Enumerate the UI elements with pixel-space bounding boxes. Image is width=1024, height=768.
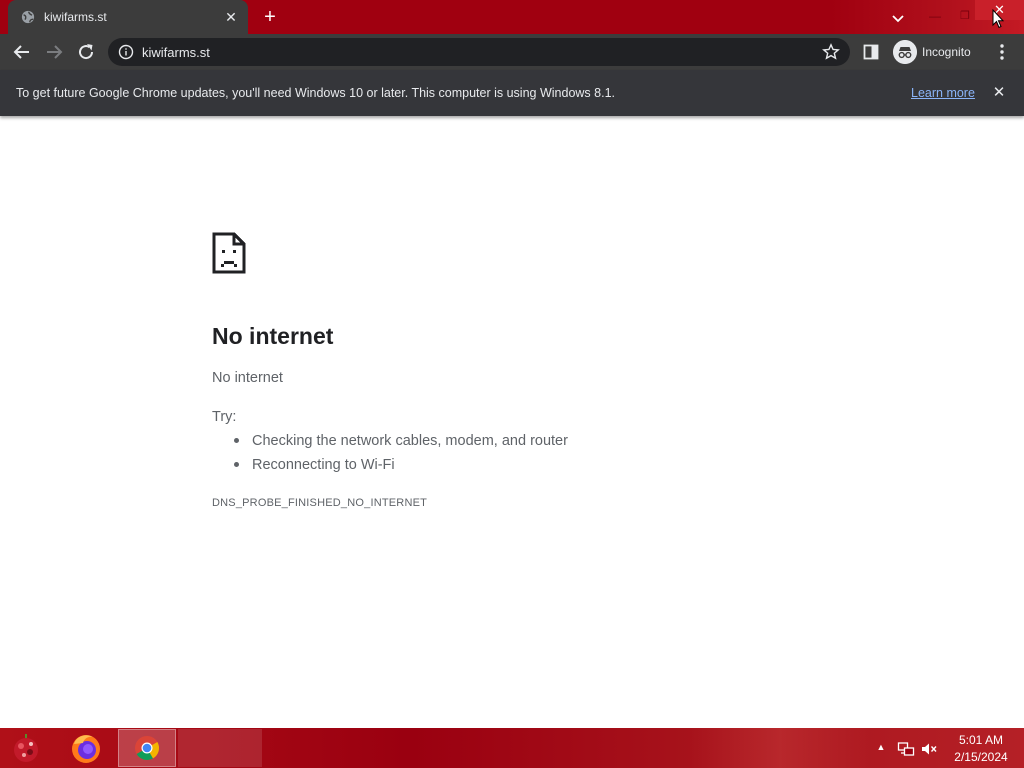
reload-icon[interactable] (74, 40, 98, 64)
info-icon[interactable] (118, 44, 134, 60)
tab-close-icon[interactable]: ✕ (222, 8, 240, 26)
new-tab-button[interactable]: + (258, 5, 282, 29)
start-button[interactable] (6, 730, 46, 766)
url-text[interactable]: kiwifarms.st (142, 45, 210, 60)
chevron-down-icon[interactable] (888, 8, 908, 28)
tray-overflow-icon[interactable]: ▲ (876, 742, 886, 752)
address-bar[interactable] (108, 38, 850, 66)
error-subtitle: No internet (212, 370, 283, 386)
incognito-label: Incognito (922, 45, 971, 59)
volume-muted-icon[interactable] (920, 740, 938, 758)
infobar-message: To get future Google Chrome updates, you… (16, 86, 615, 100)
firefox-icon[interactable] (66, 730, 106, 766)
error-title: No internet (212, 323, 334, 349)
suggestion-item: Reconnecting to Wi-Fi (252, 457, 395, 473)
network-icon[interactable] (897, 740, 915, 758)
infobar-close-icon[interactable]: ✕ (990, 84, 1008, 102)
error-code: DNS_PROBE_FINISHED_NO_INTERNET (212, 497, 428, 509)
sad-document-icon (212, 232, 246, 274)
star-icon[interactable] (822, 43, 840, 61)
taskbar-background-art (690, 728, 870, 768)
learn-more-link[interactable]: Learn more (911, 86, 975, 101)
taskbar-empty-slot (178, 729, 262, 767)
minimize-button[interactable]: — (920, 4, 950, 28)
globe-icon (21, 10, 35, 24)
chrome-icon (135, 736, 160, 761)
clock-date[interactable]: 2/15/2024 (946, 750, 1016, 764)
incognito-icon (893, 40, 917, 64)
clock-time[interactable]: 5:01 AM (946, 733, 1016, 747)
mouse-cursor-icon (992, 9, 1004, 29)
bullet-dot (234, 462, 239, 467)
suggestion-item: Checking the network cables, modem, and … (252, 433, 568, 449)
tab-title: kiwifarms.st (44, 10, 107, 24)
bullet-dot (234, 438, 239, 443)
kebab-menu-icon[interactable] (994, 42, 1010, 62)
try-label: Try: (212, 409, 237, 425)
forward-arrow-icon[interactable] (42, 40, 66, 64)
side-panel-icon[interactable] (862, 43, 880, 61)
back-arrow-icon[interactable] (10, 40, 34, 64)
